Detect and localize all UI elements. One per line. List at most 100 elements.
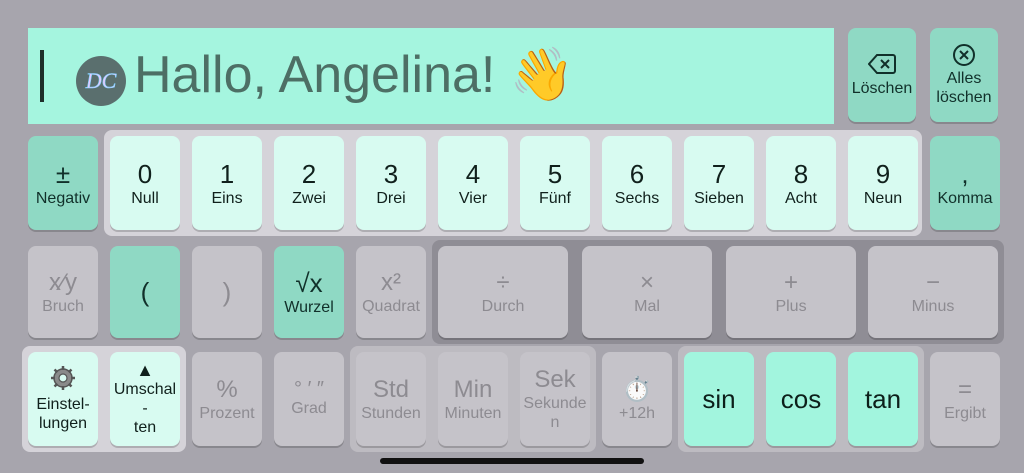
home-indicator[interactable] xyxy=(380,458,644,464)
greeting-text: Hallo, Angelina! 👋 xyxy=(134,46,575,104)
delete-label: Löschen xyxy=(851,79,913,97)
ergibt-label: Ergibt xyxy=(944,404,986,422)
plus-symbol: + xyxy=(783,268,798,296)
logo-text: DC xyxy=(85,68,117,93)
shift-label-line1: Umschal xyxy=(113,381,177,398)
cos-button[interactable]: cos xyxy=(766,352,836,446)
minus-label: Minus xyxy=(911,297,955,315)
settings-label-line2: lungen xyxy=(38,415,88,432)
digit: 5 xyxy=(547,158,563,189)
shift-label-line2: - xyxy=(142,400,148,417)
multiply-button[interactable]: × Mal xyxy=(582,246,712,338)
digit-key-9[interactable]: 9 Neun xyxy=(848,136,918,230)
tan-label: tan xyxy=(864,383,902,414)
digit: 9 xyxy=(875,158,891,189)
sek-button[interactable]: Sek Sekunde n xyxy=(520,352,590,446)
bruch-button[interactable]: x⁄y Bruch xyxy=(28,246,98,338)
digit-key-5[interactable]: 5 Fünf xyxy=(520,136,590,230)
plus-button[interactable]: + Plus xyxy=(726,246,856,338)
wurzel-label: Wurzel xyxy=(284,298,334,316)
delete-all-button[interactable]: Alles löschen xyxy=(930,28,998,122)
wurzel-button[interactable]: √x Wurzel xyxy=(274,246,344,338)
std-label: Stunden xyxy=(361,404,421,422)
digit: 7 xyxy=(711,158,727,189)
std-button[interactable]: Std Stunden xyxy=(356,352,426,446)
digit-word: Zwei xyxy=(292,189,326,207)
digit: 4 xyxy=(465,158,481,189)
digit-word: Neun xyxy=(863,189,903,207)
komma-button[interactable]: , Komma xyxy=(930,136,1000,230)
paren-open-symbol: ( xyxy=(140,277,150,307)
digit-key-8[interactable]: 8 Acht xyxy=(766,136,836,230)
digit-word: Acht xyxy=(784,189,817,207)
delete-all-label-line1: Alles xyxy=(946,70,982,87)
digit-key-4[interactable]: 4 Vier xyxy=(438,136,508,230)
settings-label-line1: Einstel- xyxy=(36,396,90,413)
clock-button[interactable]: ⏱️ +12h xyxy=(602,352,672,446)
cos-label: cos xyxy=(780,383,822,414)
prozent-button[interactable]: % Prozent xyxy=(192,352,262,446)
equals-symbol: = xyxy=(957,375,972,403)
clock-label: +12h xyxy=(618,404,656,422)
square-symbol: x² xyxy=(381,268,401,296)
settings-button[interactable]: Einstel- lungen xyxy=(28,352,98,446)
bruch-label: Bruch xyxy=(42,297,84,315)
digit-key-7[interactable]: 7 Sieben xyxy=(684,136,754,230)
divide-label: Durch xyxy=(481,297,525,315)
plusminus-symbol: ± xyxy=(55,158,71,189)
app-logo-icon: DC xyxy=(76,56,126,106)
min-symbol: Min xyxy=(453,375,493,403)
percent-symbol: % xyxy=(216,375,238,403)
shift-button[interactable]: ▲ Umschal - ten xyxy=(110,352,180,446)
digit: 1 xyxy=(219,158,235,189)
tan-button[interactable]: tan xyxy=(848,352,918,446)
sek-label-line1: Sekunde xyxy=(523,395,587,412)
std-symbol: Std xyxy=(372,375,410,403)
paren-open-button[interactable]: ( xyxy=(110,246,180,338)
digit-word: Null xyxy=(131,189,159,207)
prozent-label: Prozent xyxy=(199,404,255,422)
digit-word: Vier xyxy=(458,189,488,207)
digit-key-6[interactable]: 6 Sechs xyxy=(602,136,672,230)
negativ-button[interactable]: ± Negativ xyxy=(28,136,98,230)
minus-symbol: − xyxy=(925,268,940,296)
min-button[interactable]: Min Minuten xyxy=(438,352,508,446)
delete-all-label-line2: löschen xyxy=(936,89,992,106)
digit-word: Sechs xyxy=(614,189,660,207)
digit-key-0[interactable]: 0 Null xyxy=(110,136,180,230)
sek-symbol: Sek xyxy=(534,366,576,393)
minus-button[interactable]: − Minus xyxy=(868,246,998,338)
paren-close-button[interactable]: ) xyxy=(192,246,262,338)
digit: 3 xyxy=(383,158,399,189)
paren-close-symbol: ) xyxy=(222,277,232,307)
multiply-symbol: × xyxy=(639,268,654,296)
backspace-icon xyxy=(868,53,896,75)
komma-symbol: , xyxy=(961,158,969,189)
ergibt-button[interactable]: = Ergibt xyxy=(930,352,1000,446)
sqrt-symbol: √x xyxy=(295,267,323,298)
clear-circle-icon xyxy=(952,43,976,67)
komma-label: Komma xyxy=(937,189,993,207)
digit: 8 xyxy=(793,158,809,189)
sin-label: sin xyxy=(702,383,736,414)
digit-key-3[interactable]: 3 Drei xyxy=(356,136,426,230)
digit-word: Drei xyxy=(376,189,406,207)
grad-button[interactable]: ° ′ ″ Grad xyxy=(274,352,344,446)
fraction-symbol: x⁄y xyxy=(48,268,77,296)
text-cursor xyxy=(40,50,44,102)
divide-button[interactable]: ÷ Durch xyxy=(438,246,568,338)
delete-button[interactable]: Löschen xyxy=(848,28,916,122)
digit-key-2[interactable]: 2 Zwei xyxy=(274,136,344,230)
negativ-label: Negativ xyxy=(35,189,91,207)
digit-word: Fünf xyxy=(538,189,571,207)
shift-arrow-icon: ▲ xyxy=(136,360,154,380)
quadrat-button[interactable]: x² Quadrat xyxy=(356,246,426,338)
digit-word: Sieben xyxy=(694,189,744,207)
digit-key-1[interactable]: 1 Eins xyxy=(192,136,262,230)
sin-button[interactable]: sin xyxy=(684,352,754,446)
multiply-label: Mal xyxy=(634,297,660,315)
digit: 2 xyxy=(301,158,317,189)
gear-icon xyxy=(50,365,76,391)
min-label: Minuten xyxy=(444,404,502,422)
digit: 6 xyxy=(629,158,645,189)
